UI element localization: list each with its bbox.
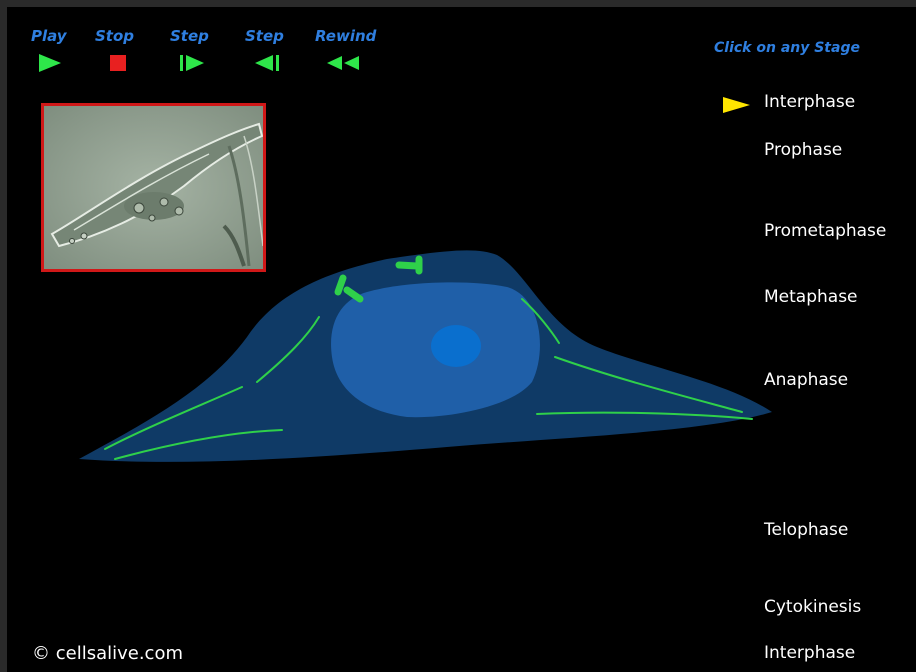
- nucleolus: [431, 325, 481, 367]
- copyright-notice: © cellsalive.com: [32, 643, 183, 664]
- cell-illustration: [79, 250, 772, 462]
- animation-stage: Play Stop Step Step Rewind Click on any …: [7, 7, 916, 672]
